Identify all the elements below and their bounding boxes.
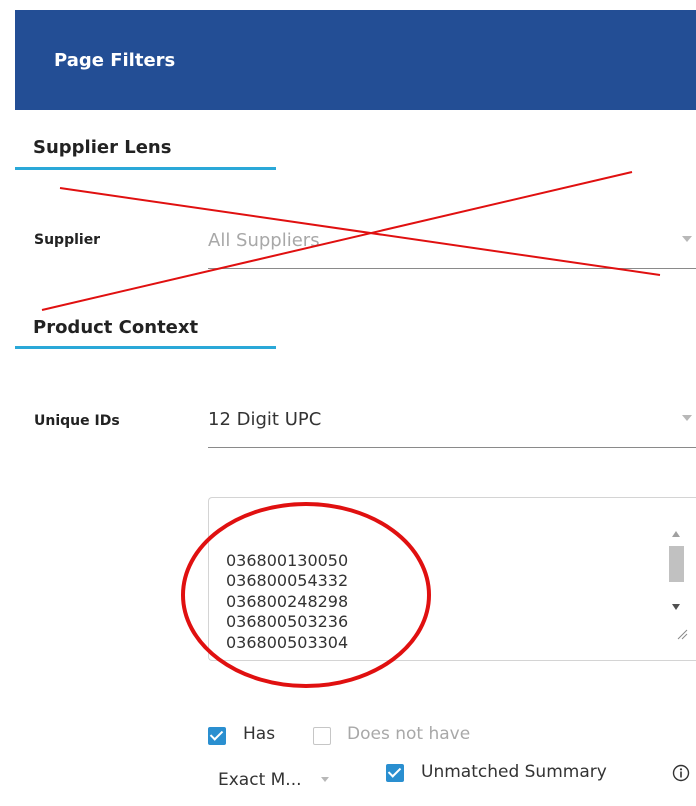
match-mode-select[interactable]: Exact M... (218, 764, 336, 794)
scroll-down-arrow-icon[interactable] (672, 604, 680, 610)
upc-line: 036800503236 (226, 612, 349, 631)
chevron-down-icon (321, 777, 329, 782)
section-underline (15, 346, 276, 349)
does-not-have-label[interactable]: Does not have (347, 724, 470, 744)
upc-line: 036800248298 (226, 591, 349, 611)
supplier-select-value: All Suppliers (208, 230, 320, 251)
page-title: Page Filters (54, 50, 176, 71)
chevron-down-icon (682, 415, 692, 421)
has-checkbox[interactable] (208, 727, 226, 745)
unique-ids-select[interactable]: 12 Digit UPC (208, 405, 696, 448)
unmatched-summary-checkbox[interactable] (386, 764, 404, 782)
supplier-label: Supplier (34, 232, 101, 248)
upc-line: 036800054332 (226, 571, 349, 590)
scroll-up-arrow-icon[interactable] (672, 531, 680, 537)
section-underline (15, 167, 276, 170)
upc-textarea[interactable]: 036800130050 036800054332 036800248298 0… (208, 497, 696, 661)
upc-line: 036800503304 (226, 632, 349, 652)
page-filters-header: Page Filters (15, 10, 696, 110)
unique-ids-label: Unique IDs (34, 413, 120, 429)
upc-line: 036800130050 (226, 550, 349, 570)
supplier-select[interactable]: All Suppliers (208, 226, 696, 269)
chevron-down-icon (682, 236, 692, 242)
unique-ids-select-value: 12 Digit UPC (208, 409, 322, 430)
red-annotation-overlay (41, 171, 661, 688)
upc-textarea-content: 036800130050 036800054332 036800248298 0… (226, 530, 348, 653)
section-title-product-context: Product Context (33, 317, 199, 338)
match-mode-value: Exact M... (218, 770, 302, 790)
has-label[interactable]: Has (243, 724, 275, 744)
scroll-thumb[interactable] (669, 546, 684, 582)
resize-grip-icon[interactable] (676, 628, 688, 640)
section-title-supplier-lens: Supplier Lens (33, 137, 172, 158)
info-icon[interactable] (672, 764, 690, 782)
unmatched-summary-label[interactable]: Unmatched Summary (421, 762, 607, 782)
does-not-have-checkbox[interactable] (313, 727, 331, 745)
